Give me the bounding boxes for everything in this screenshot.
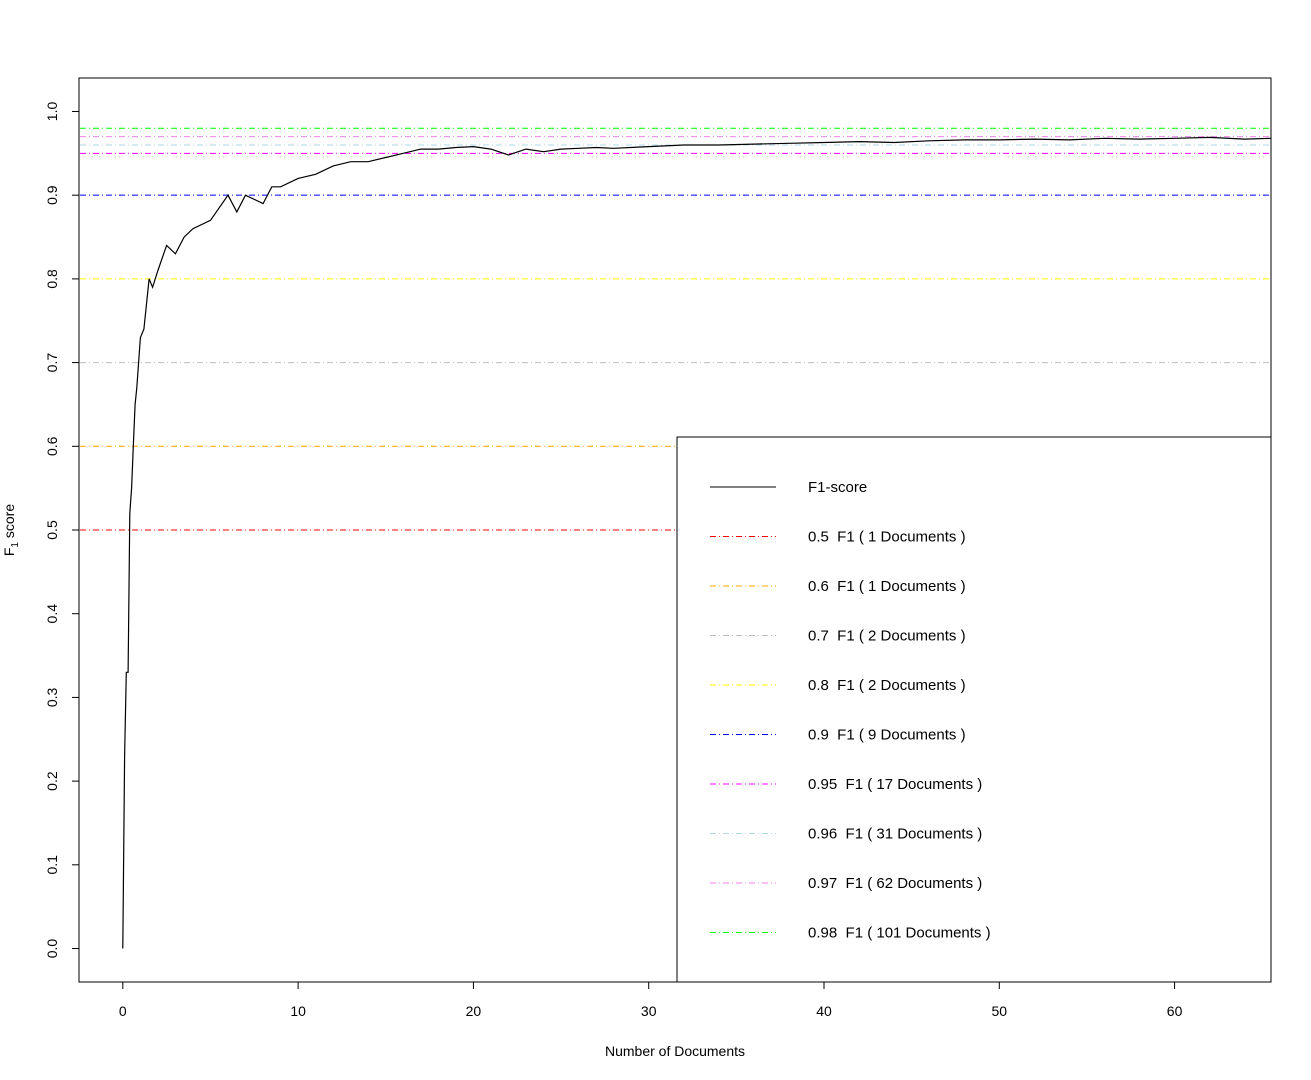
x-axis-label: Number of Documents [605, 1043, 745, 1059]
y-tick-label-8: 0.8 [44, 269, 60, 289]
legend-label-0: F1-score [808, 479, 867, 496]
y-axis: 0.0 0.1 0.2 0.3 0.4 0.5 0.6 0.7 0.8 0.9 1.0 [44, 102, 80, 959]
y-axis-label-main: F [1, 548, 17, 557]
y-tick-label-9: 0.9 [44, 185, 60, 205]
x-tick-label-2: 20 [466, 1003, 482, 1019]
y-axis-label-rest: score [1, 504, 17, 542]
y-axis-label: F1 score [1, 504, 21, 556]
legend-label-6: 0.95 F1 ( 17 Documents ) [808, 776, 982, 793]
y-tick-label-0: 0.0 [44, 939, 60, 959]
y-tick-label-3: 0.3 [44, 687, 60, 707]
legend-label-9: 0.98 F1 ( 101 Documents ) [808, 925, 991, 942]
y-tick-label-7: 0.7 [44, 353, 60, 373]
legend-label-2: 0.6 F1 ( 1 Documents ) [808, 578, 966, 595]
y-tick-label-5: 0.5 [44, 520, 60, 540]
x-tick-label-5: 50 [992, 1003, 1008, 1019]
y-tick-label-2: 0.2 [44, 771, 60, 791]
y-tick-label-6: 0.6 [44, 436, 60, 456]
x-tick-label-6: 60 [1167, 1003, 1183, 1019]
x-tick-label-0: 0 [119, 1003, 127, 1019]
x-tick-label-3: 30 [641, 1003, 657, 1019]
f1-score-chart: 0 10 20 30 40 50 60 0.00.10.20.30.40.50.60.70.… [1, 77, 1272, 1059]
x-axis: 0 10 20 30 40 50 60 [119, 981, 1183, 1019]
y-tick-label-1: 0.1 [44, 855, 60, 875]
legend-label-7: 0.96 F1 ( 31 Documents ) [808, 826, 982, 843]
legend-label-3: 0.7 F1 ( 2 Documents ) [808, 628, 966, 645]
x-tick-label-4: 40 [816, 1003, 832, 1019]
legend-label-4: 0.8 F1 ( 2 Documents ) [808, 677, 966, 694]
y-tick-label-4: 0.4 [44, 604, 60, 624]
legend-box [676, 436, 1272, 983]
x-tick-label-1: 10 [290, 1003, 306, 1019]
legend-label-5: 0.9 F1 ( 9 Documents ) [808, 727, 966, 744]
legend-label-8: 0.97 F1 ( 62 Documents ) [808, 875, 982, 892]
legend: F1-score 0.5 F1 ( 1 Documents ) 0.6 F1 ( 1… [676, 436, 1272, 983]
legend-label-1: 0.5 F1 ( 1 Documents ) [808, 529, 966, 546]
y-tick-label-10: 1.0 [44, 102, 60, 122]
